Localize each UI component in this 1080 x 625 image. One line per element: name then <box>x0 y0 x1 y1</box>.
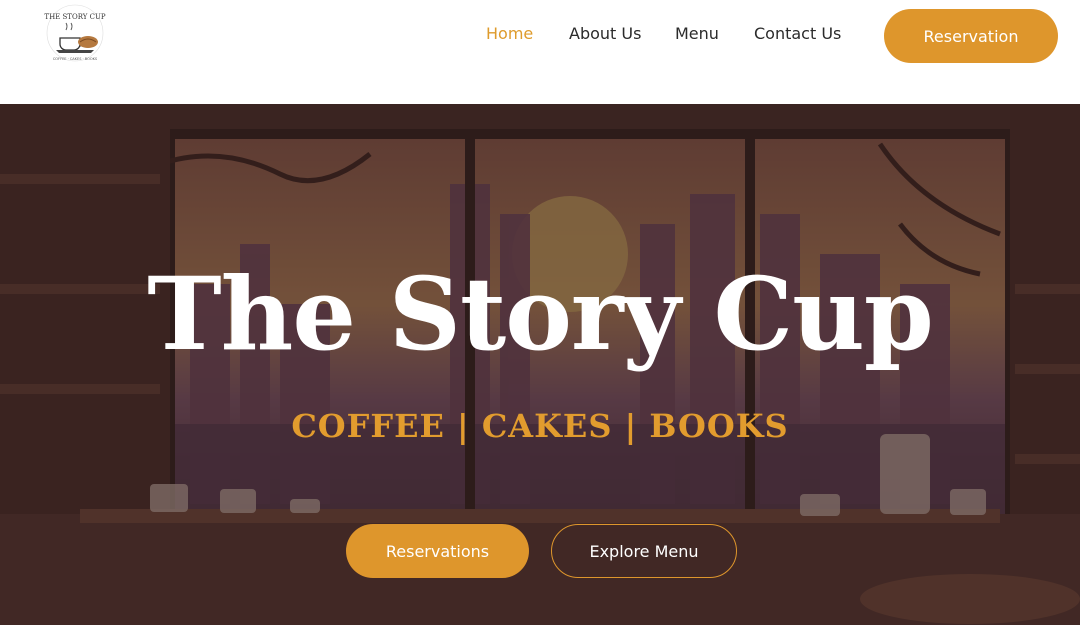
reservations-button[interactable]: Reservations <box>346 524 529 578</box>
hero-section: The Story Cup COFFEE | CAKES | BOOKS Res… <box>0 104 1080 625</box>
reservation-button[interactable]: Reservation <box>884 9 1058 63</box>
hero-subtitle: COFFEE | CAKES | BOOKS <box>291 407 789 445</box>
explore-menu-button[interactable]: Explore Menu <box>551 524 737 578</box>
nav-menu[interactable]: Menu <box>675 24 719 43</box>
nav-home[interactable]: Home <box>486 24 533 43</box>
hero-title: The Story Cup <box>147 255 934 373</box>
svg-text:THE STORY CUP: THE STORY CUP <box>44 13 105 21</box>
svg-text:COFFEE · CAKES · BOOKS: COFFEE · CAKES · BOOKS <box>53 57 98 61</box>
site-header: THE STORY CUP COFFEE · CAKES · BOOKS Hom… <box>0 0 1080 104</box>
nav-about-us[interactable]: About Us <box>569 24 641 43</box>
nav-contact-us[interactable]: Contact Us <box>754 24 841 43</box>
